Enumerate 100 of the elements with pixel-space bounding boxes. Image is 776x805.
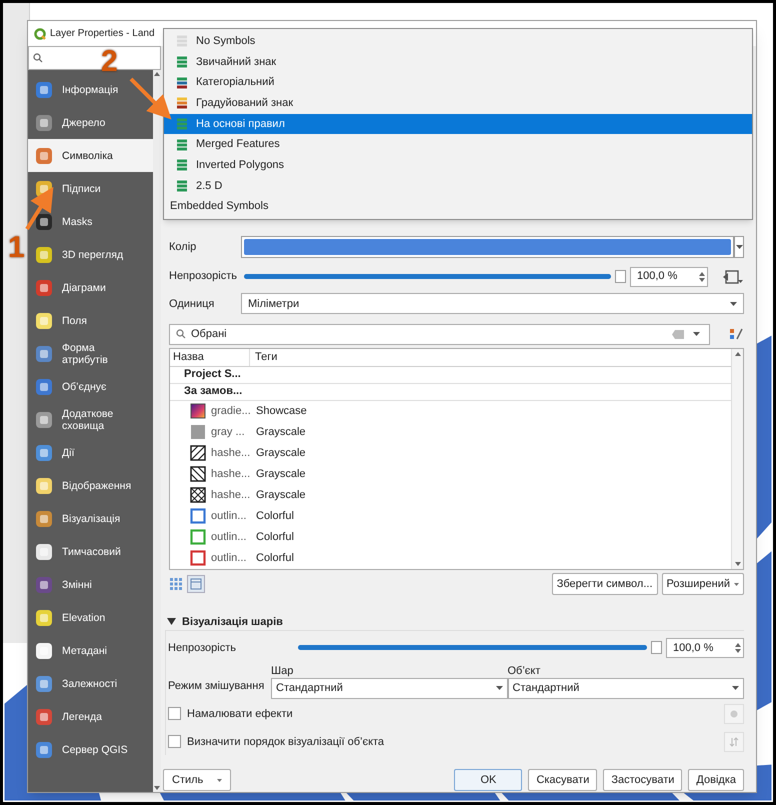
scrollbar[interactable] xyxy=(153,70,161,792)
menu-item[interactable]: Звичайний знак xyxy=(164,52,752,72)
spin-box[interactable]: 100,0 % xyxy=(630,266,708,287)
sidebar-item[interactable]: 3D перегляд xyxy=(28,238,153,271)
symbol-name[interactable]: hashe... xyxy=(211,444,250,462)
symbol-name[interactable]: outlin... xyxy=(211,550,246,566)
symbol-tag: Colorful xyxy=(250,528,294,546)
style-button[interactable]: Стиль xyxy=(163,769,231,792)
slider-fill[interactable] xyxy=(244,274,611,280)
sidebar-item[interactable]: Підписи xyxy=(28,172,153,205)
advanced-button[interactable]: Розширений xyxy=(662,573,744,596)
column-header[interactable]: Теги xyxy=(250,348,278,366)
checkbox-label: Визначити порядок візуалізації об’єкта xyxy=(187,734,386,750)
sidebar-item[interactable]: Masks xyxy=(28,205,153,238)
tab-icon xyxy=(34,740,54,760)
library-search-field[interactable]: Обрані xyxy=(169,324,710,345)
checkbox[interactable] xyxy=(168,707,181,720)
sort-icon xyxy=(729,736,739,747)
sidebar-item[interactable]: Символіка xyxy=(28,139,153,172)
menu-item[interactable]: No Symbols xyxy=(164,31,752,52)
symbol-name[interactable]: gradie... xyxy=(211,402,251,420)
spin-box[interactable]: 100,0 % xyxy=(666,638,744,658)
sidebar-item[interactable]: Джерело xyxy=(28,106,153,139)
sidebar-item[interactable]: Відображення xyxy=(28,469,153,502)
sidebar-item[interactable]: Сервер QGIS xyxy=(28,733,153,766)
dropdown-arrow-icon xyxy=(736,245,742,249)
tab-icon xyxy=(34,542,54,562)
column-header[interactable]: Назва xyxy=(170,348,250,366)
group-name[interactable]: Project S... xyxy=(184,366,241,383)
symbol-name[interactable]: hashe... xyxy=(211,486,250,504)
menu-item[interactable]: Embedded Symbols xyxy=(164,196,752,218)
symbol-name[interactable]: hashe... xyxy=(211,466,250,482)
search-field[interactable] xyxy=(28,46,161,70)
slider-fill[interactable] xyxy=(298,645,647,650)
tool-button[interactable] xyxy=(724,732,744,752)
menu-item[interactable]: Inverted Polygons xyxy=(164,155,752,176)
symbol-tag: Grayscale xyxy=(250,444,306,462)
sidebar-item[interactable]: Поля xyxy=(28,304,153,337)
tab-icon xyxy=(34,706,54,726)
stack-icon xyxy=(176,118,188,130)
menu-item[interactable]: Категоріальний xyxy=(164,72,752,94)
field-label: Об’єкт xyxy=(508,664,542,678)
spin-arrows-icon xyxy=(699,270,705,283)
dialog-button[interactable]: Довідка xyxy=(688,769,744,792)
scrollbar[interactable] xyxy=(731,348,743,569)
symbol-name[interactable]: outlin... xyxy=(211,508,246,524)
sidebar-item[interactable]: Тимчасовий xyxy=(28,535,153,568)
symbol-tag: Showcase xyxy=(250,402,307,420)
dropdown-arrow-icon xyxy=(730,302,737,306)
tab-icon xyxy=(34,574,54,594)
menu-item[interactable]: На основі правил xyxy=(164,114,752,134)
sidebar-item[interactable]: Діаграми xyxy=(28,271,153,304)
symbol-tag: Grayscale xyxy=(250,486,306,504)
stack-icon xyxy=(176,35,188,48)
scroll-down-icon xyxy=(734,562,740,566)
menu-item[interactable]: 2.5 D xyxy=(164,176,752,196)
blend-combo-box[interactable]: Стандартний xyxy=(508,678,744,699)
slider-thumb[interactable] xyxy=(651,641,662,654)
menu-item[interactable]: Градуйований знак xyxy=(164,93,752,114)
sidebar-item[interactable]: Додаткове сховища xyxy=(28,403,153,436)
menu-item[interactable]: Merged Features xyxy=(164,134,752,156)
unit-combo-box[interactable]: Міліметри xyxy=(241,293,744,314)
section-title[interactable]: Візуалізація шарів xyxy=(182,614,283,630)
save-symbol-button[interactable]: Зберегти символ... xyxy=(552,573,658,596)
sidebar-item[interactable]: Об’єднує xyxy=(28,370,153,403)
stack-icon xyxy=(176,76,188,89)
stack-icon xyxy=(176,97,188,110)
symbol-name[interactable]: outlin... xyxy=(211,528,246,546)
group-name[interactable]: За замов... xyxy=(184,383,242,400)
sidebar-item[interactable]: Візуалізація xyxy=(28,502,153,535)
sidebar-item[interactable]: Дії xyxy=(28,436,153,469)
sidebar-item[interactable]: Elevation xyxy=(28,601,153,634)
list-view-icon xyxy=(190,578,202,590)
dialog-button[interactable]: Скасувати xyxy=(528,769,598,792)
sidebar-item[interactable]: Змінні xyxy=(28,568,153,601)
slider-thumb[interactable] xyxy=(615,270,626,284)
tab-icon xyxy=(34,146,54,166)
sidebar-item[interactable]: Форма атрибутів xyxy=(28,337,153,370)
blend-combo-box[interactable]: Стандартний xyxy=(271,678,508,699)
dialog-button[interactable]: Застосувати xyxy=(603,769,682,792)
dropdown-button[interactable] xyxy=(734,236,744,258)
tab-icon xyxy=(34,344,54,364)
symbol-tag: Grayscale xyxy=(250,424,306,440)
symbol-name[interactable]: gray ... xyxy=(211,424,245,440)
symbol-tag: Colorful xyxy=(250,508,294,524)
symbol-tag: Colorful xyxy=(250,550,294,566)
sidebar-item[interactable]: Залежності xyxy=(28,667,153,700)
checkbox[interactable] xyxy=(168,735,181,748)
tab-icon xyxy=(34,278,54,298)
dropdown-arrow-icon xyxy=(732,686,739,690)
stack-icon xyxy=(176,138,188,151)
tool-button[interactable] xyxy=(724,704,744,724)
field-label: Колір xyxy=(169,240,198,255)
field-label: Непрозорість xyxy=(168,640,237,656)
list-view-button[interactable] xyxy=(187,575,205,594)
dialog-button[interactable]: OK xyxy=(454,769,522,792)
field-label: Режим змішування xyxy=(168,679,266,694)
sidebar-item[interactable]: Метадані xyxy=(28,634,153,667)
sidebar-item[interactable]: Легенда xyxy=(28,700,153,733)
field-label: Непрозорість xyxy=(169,269,238,284)
